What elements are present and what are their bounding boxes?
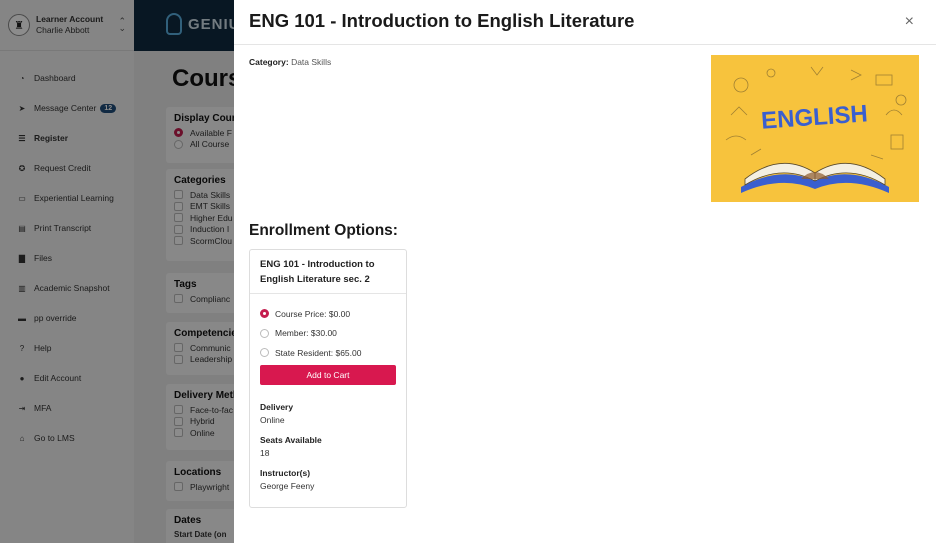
course-detail-modal: ENG 101 - Introduction to English Litera… [234, 0, 936, 543]
course-hero-image: ENGLISH [711, 55, 919, 202]
category-value: Data Skills [291, 57, 332, 67]
instructor-value: George Feeny [260, 481, 315, 491]
delivery-value: Online [260, 415, 285, 425]
price-label: Course Price: $0.00 [275, 308, 351, 319]
modal-title: ENG 101 - Introduction to English Litera… [249, 10, 635, 31]
radio-selected[interactable] [260, 309, 269, 319]
section-details: Delivery Online Seats Available 18 Instr… [260, 402, 322, 501]
enrollment-heading: Enrollment Options: [249, 222, 398, 239]
radio[interactable] [260, 328, 269, 338]
price-label: State Resident: $65.00 [275, 347, 362, 358]
modal-header: ENG 101 - Introduction to English Litera… [234, 0, 936, 45]
seats-label: Seats Available [260, 435, 322, 445]
english-book-illustration: ENGLISH [711, 55, 919, 202]
seats-value: 18 [260, 448, 270, 458]
section-title: ENG 101 - Introduction to English Litera… [250, 250, 406, 294]
price-option-member[interactable]: Member: $30.00 [260, 324, 396, 344]
price-label: Member: $30.00 [275, 328, 337, 339]
price-options: Course Price: $0.00 Member: $30.00 State… [250, 294, 406, 385]
close-icon[interactable]: × [905, 13, 914, 31]
category-label: Category: [249, 57, 289, 67]
add-to-cart-button[interactable]: Add to Cart [260, 364, 396, 385]
price-option-state-resident[interactable]: State Resident: $65.00 [260, 343, 396, 363]
section-card: ENG 101 - Introduction to English Litera… [249, 249, 407, 508]
instructor-label: Instructor(s) [260, 468, 311, 478]
course-category: Category: Data Skills [249, 57, 331, 67]
price-option-course[interactable]: Course Price: $0.00 [260, 304, 396, 324]
delivery-label: Delivery [260, 402, 294, 412]
radio[interactable] [260, 348, 269, 358]
